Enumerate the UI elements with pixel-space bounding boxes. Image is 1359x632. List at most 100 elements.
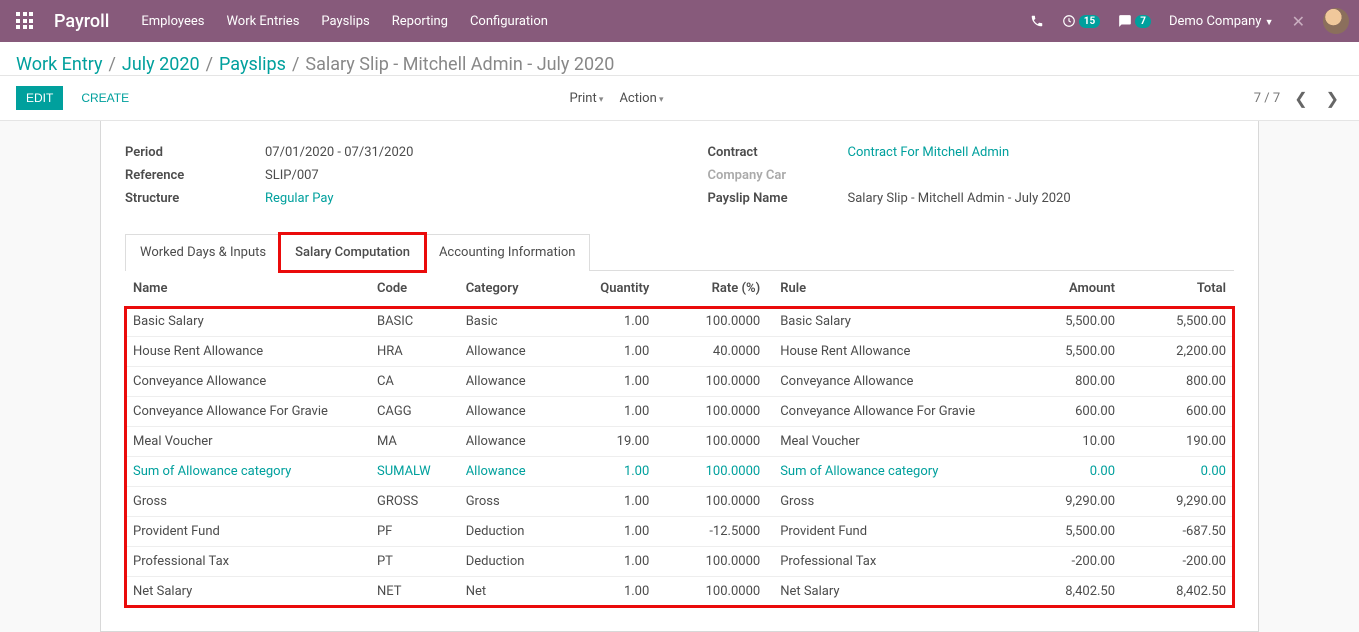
cell-quantity: 1.00 [569,547,658,577]
col-category[interactable]: Category [458,271,569,307]
tab-salary-computation[interactable]: Salary Computation [280,234,425,271]
col-amount[interactable]: Amount [1012,271,1123,307]
cell-rate: 100.0000 [657,577,768,607]
cell-rule: Professional Tax [768,547,1012,577]
cell-total: -687.50 [1123,517,1234,547]
main-menu: Employees Work Entries Payslips Reportin… [141,14,548,29]
cell-name: House Rent Allowance [125,337,369,367]
breadcrumb-work-entry[interactable]: Work Entry [16,54,102,75]
menu-reporting[interactable]: Reporting [392,14,448,29]
table-row[interactable]: Conveyance Allowance CA Allowance 1.00 1… [125,367,1234,397]
col-rule[interactable]: Rule [768,271,1012,307]
table-row[interactable]: Professional Tax PT Deduction 1.00 100.0… [125,547,1234,577]
cell-code: PF [369,517,458,547]
menu-payslips[interactable]: Payslips [321,14,369,29]
menu-work-entries[interactable]: Work Entries [226,14,299,29]
cell-code: GROSS [369,487,458,517]
pager-text: 7 / 7 [1254,91,1280,106]
phone-icon[interactable] [1030,14,1044,28]
period-value: 07/01/2020 - 07/31/2020 [265,145,413,160]
cell-code: CAGG [369,397,458,427]
cell-total: 190.00 [1123,427,1234,457]
cell-category: Allowance [458,397,569,427]
cell-quantity: 1.00 [569,397,658,427]
cell-code: BASIC [369,307,458,337]
table-row[interactable]: Meal Voucher MA Allowance 19.00 100.0000… [125,427,1234,457]
cell-amount: 5,500.00 [1012,337,1123,367]
cell-category: Deduction [458,517,569,547]
cell-total: 8,402.50 [1123,577,1234,607]
company-selector[interactable]: Demo Company ▼ [1169,14,1274,29]
cell-name: Conveyance Allowance For Gravie [125,397,369,427]
messages-icon[interactable]: 7 [1118,14,1151,28]
salary-computation-table: Name Code Category Quantity Rate (%) Rul… [125,271,1234,607]
print-dropdown[interactable]: Print [570,91,604,106]
cell-rate: 100.0000 [657,397,768,427]
cell-category: Allowance [458,367,569,397]
cell-rate: 100.0000 [657,367,768,397]
cell-rate: 100.0000 [657,547,768,577]
cell-category: Gross [458,487,569,517]
apps-icon[interactable] [16,12,34,30]
edit-button[interactable]: EDIT [16,86,63,110]
cell-name: Conveyance Allowance [125,367,369,397]
user-avatar[interactable] [1323,8,1349,34]
cell-rule: Net Salary [768,577,1012,607]
brand-title: Payroll [54,11,109,32]
fields-right: Contract Contract For Mitchell Admin Com… [708,145,1235,214]
menu-employees[interactable]: Employees [141,14,204,29]
top-navbar: Payroll Employees Work Entries Payslips … [0,0,1359,42]
table-row[interactable]: Net Salary NET Net 1.00 100.0000 Net Sal… [125,577,1234,607]
col-code[interactable]: Code [369,271,458,307]
cell-total: 2,200.00 [1123,337,1234,367]
cell-quantity: 19.00 [569,427,658,457]
structure-value[interactable]: Regular Pay [265,191,334,206]
cell-code: CA [369,367,458,397]
navbar-right: 15 7 Demo Company ▼ ✕ [1030,8,1349,34]
reference-label: Reference [125,168,265,183]
cell-rule: Conveyance Allowance For Gravie [768,397,1012,427]
table-row[interactable]: Provident Fund PF Deduction 1.00 -12.500… [125,517,1234,547]
cell-code: SUMALW [369,457,458,487]
company-car-label: Company Car [708,168,848,183]
pager-prev[interactable]: ❮ [1290,87,1311,110]
contract-value[interactable]: Contract For Mitchell Admin [848,145,1010,160]
table-row[interactable]: House Rent Allowance HRA Allowance 1.00 … [125,337,1234,367]
cell-category: Basic [458,307,569,337]
col-name[interactable]: Name [125,271,369,307]
cell-name: Professional Tax [125,547,369,577]
activities-icon[interactable]: 15 [1062,14,1100,28]
cell-total: 0.00 [1123,457,1234,487]
cell-rule: Conveyance Allowance [768,367,1012,397]
col-quantity[interactable]: Quantity [569,271,658,307]
cell-quantity: 1.00 [569,577,658,607]
action-dropdown[interactable]: Action [619,91,663,106]
cell-rate: 40.0000 [657,337,768,367]
menu-configuration[interactable]: Configuration [470,14,548,29]
tabs: Worked Days & Inputs Salary Computation … [125,234,1234,271]
breadcrumb-payslips[interactable]: Payslips [219,54,286,75]
cell-code: NET [369,577,458,607]
breadcrumb-bar: Work Entry / July 2020 / Payslips / Sala… [0,42,1359,76]
pager-next[interactable]: ❯ [1322,87,1343,110]
tab-worked-days[interactable]: Worked Days & Inputs [125,234,281,271]
cell-rule: Provident Fund [768,517,1012,547]
cell-name: Net Salary [125,577,369,607]
tab-accounting-information[interactable]: Accounting Information [424,234,591,271]
cell-quantity: 1.00 [569,487,658,517]
cell-category: Deduction [458,547,569,577]
breadcrumb-month[interactable]: July 2020 [122,54,200,75]
col-rate[interactable]: Rate (%) [657,271,768,307]
cell-total: 800.00 [1123,367,1234,397]
cell-category: Allowance [458,427,569,457]
table-row[interactable]: Conveyance Allowance For Gravie CAGG All… [125,397,1234,427]
table-row[interactable]: Basic Salary BASIC Basic 1.00 100.0000 B… [125,307,1234,337]
cell-total: 9,290.00 [1123,487,1234,517]
close-icon[interactable]: ✕ [1292,12,1305,31]
col-total[interactable]: Total [1123,271,1234,307]
table-row[interactable]: Sum of Allowance category SUMALW Allowan… [125,457,1234,487]
cell-category: Net [458,577,569,607]
table-row[interactable]: Gross GROSS Gross 1.00 100.0000 Gross 9,… [125,487,1234,517]
cell-code: MA [369,427,458,457]
create-button[interactable]: CREATE [71,86,139,110]
